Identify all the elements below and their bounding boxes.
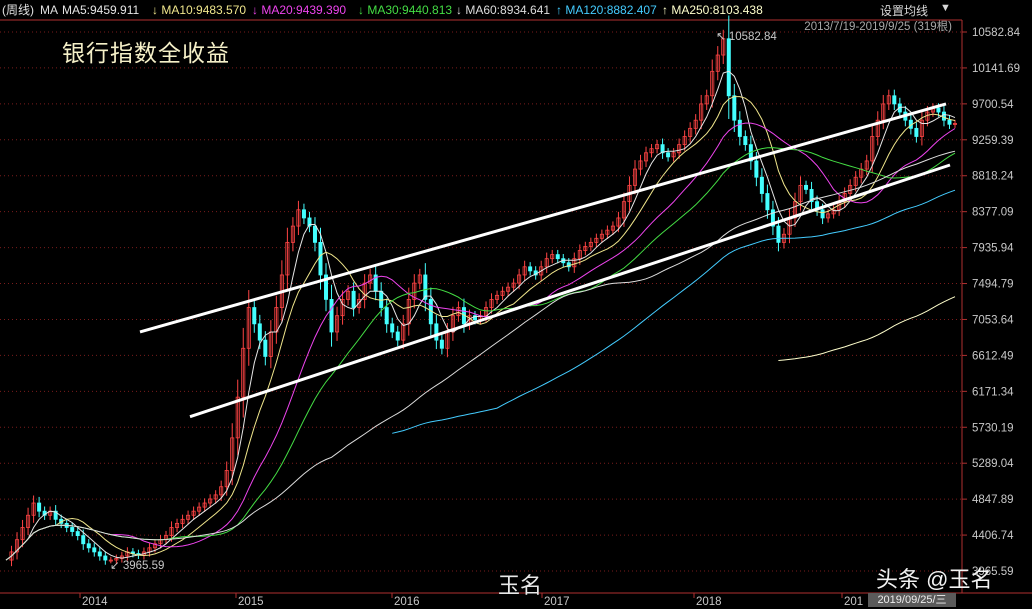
- candle-body: [434, 323, 439, 341]
- candle-body: [263, 339, 268, 357]
- candle-body: [737, 119, 742, 137]
- chart-window: 10582.84 10141.69 9700.54 9259.39 8818.24 837…: [0, 0, 1032, 609]
- candle-body: [528, 266, 533, 272]
- candle-body: [81, 535, 86, 545]
- y-tick-label: 8377.09: [972, 207, 1014, 219]
- candle-body: [318, 241, 323, 276]
- candle-body: [941, 111, 946, 121]
- candle-body: [103, 555, 108, 561]
- y-tick-label: 6612.49: [972, 350, 1014, 362]
- chevron-down-icon[interactable]: ▼: [940, 2, 951, 14]
- low-annotation: ↙ 3965.59: [110, 560, 164, 572]
- y-tick-label: 6171.34: [972, 386, 1014, 398]
- candle-body: [97, 551, 102, 557]
- candle-body: [86, 543, 91, 549]
- candle-body: [947, 119, 952, 125]
- candle-body: [759, 176, 764, 194]
- candle-body: [75, 531, 80, 537]
- high-annotation: ↖ 10582.84: [716, 31, 777, 43]
- candle-body: [252, 307, 257, 325]
- y-tick-label: 9700.54: [972, 99, 1014, 111]
- x-tick-label: 2015: [238, 596, 264, 608]
- set-ma-button[interactable]: 设置均线: [880, 2, 928, 19]
- ma-legend-6: ↑ MA120:8882.407: [556, 3, 657, 17]
- kline-chart[interactable]: 10582.84 10141.69 9700.54 9259.39 8818.24 837…: [0, 0, 1032, 609]
- candle-body: [395, 331, 400, 341]
- candle-body: [936, 107, 941, 113]
- candle-body: [92, 547, 97, 553]
- candle-body: [351, 290, 356, 308]
- ma-legend-1: MA5:9459.911: [62, 3, 140, 17]
- candle-body: [892, 95, 897, 105]
- ma-legend-bar: (周线) MA MA5:9459.911 ↓ MA10:9483.570 ↓ MA20:…: [0, 0, 962, 20]
- candle-body: [726, 38, 731, 97]
- candle-body: [257, 323, 262, 341]
- candle-body: [384, 307, 389, 325]
- ma-legend-5: ↓ MA60:8934.641: [456, 3, 551, 17]
- ma-legend-2: ↓ MA10:9483.570: [152, 3, 247, 17]
- y-tick-label: 5730.19: [972, 422, 1014, 434]
- candle-body: [754, 160, 759, 178]
- candle-body: [312, 225, 317, 243]
- y-tick-label: 5289.04: [972, 458, 1014, 470]
- candle-body: [820, 209, 825, 219]
- y-tick-label: 4847.89: [972, 494, 1014, 506]
- y-tick-label: 8818.24: [972, 171, 1014, 183]
- x-tick-label: 2016: [394, 596, 420, 608]
- candle-body: [732, 95, 737, 121]
- candle-body: [555, 254, 560, 260]
- candle-body: [776, 225, 781, 243]
- candle-body: [390, 323, 395, 333]
- y-tick-label: 9259.39: [972, 135, 1014, 147]
- candle-body: [666, 152, 671, 158]
- candle-body: [804, 184, 809, 190]
- y-tick-label: 7494.79: [972, 279, 1014, 291]
- candle-body: [37, 502, 42, 512]
- x-tick-label: 2014: [82, 596, 108, 608]
- weibo-watermark: 玉名: [498, 573, 543, 598]
- y-tick-label: 10582.84: [972, 27, 1021, 39]
- cursor-date-box: 2019/09/25/三: [868, 593, 956, 607]
- ma-legend-4: ↓ MA30:9440.813: [358, 3, 453, 17]
- x-tick-label: 201: [844, 596, 863, 608]
- candle-body: [439, 339, 444, 349]
- date-range-label: 2013/7/19-2019/9/25 (319根): [804, 21, 952, 33]
- ma-legend-7: ↑ MA250:8103.438: [662, 3, 763, 17]
- y-tick-label: 10141.69: [972, 63, 1020, 75]
- x-tick-label: 2017: [544, 596, 570, 608]
- period-label: (周线): [2, 3, 34, 17]
- x-tick-label: 2018: [696, 596, 722, 608]
- toutiao-watermark: 头条 @玉名: [876, 567, 993, 592]
- candle-body: [765, 193, 770, 211]
- y-tick-label: 7053.64: [972, 314, 1014, 326]
- candle-body: [743, 136, 748, 146]
- ma-legend-3: ↓ MA20:9439.390: [252, 3, 347, 17]
- ma-label: MA: [40, 3, 58, 17]
- candle-body: [379, 290, 384, 308]
- y-tick-label: 7935.94: [972, 243, 1014, 255]
- chart-title: 银行指数全收益: [62, 40, 230, 66]
- chart-background: [0, 0, 1032, 609]
- candle-body: [70, 527, 75, 532]
- candle-body: [914, 127, 919, 137]
- candle-body: [301, 209, 306, 219]
- y-tick-label: 4406.74: [972, 530, 1014, 542]
- candle-body: [329, 298, 334, 333]
